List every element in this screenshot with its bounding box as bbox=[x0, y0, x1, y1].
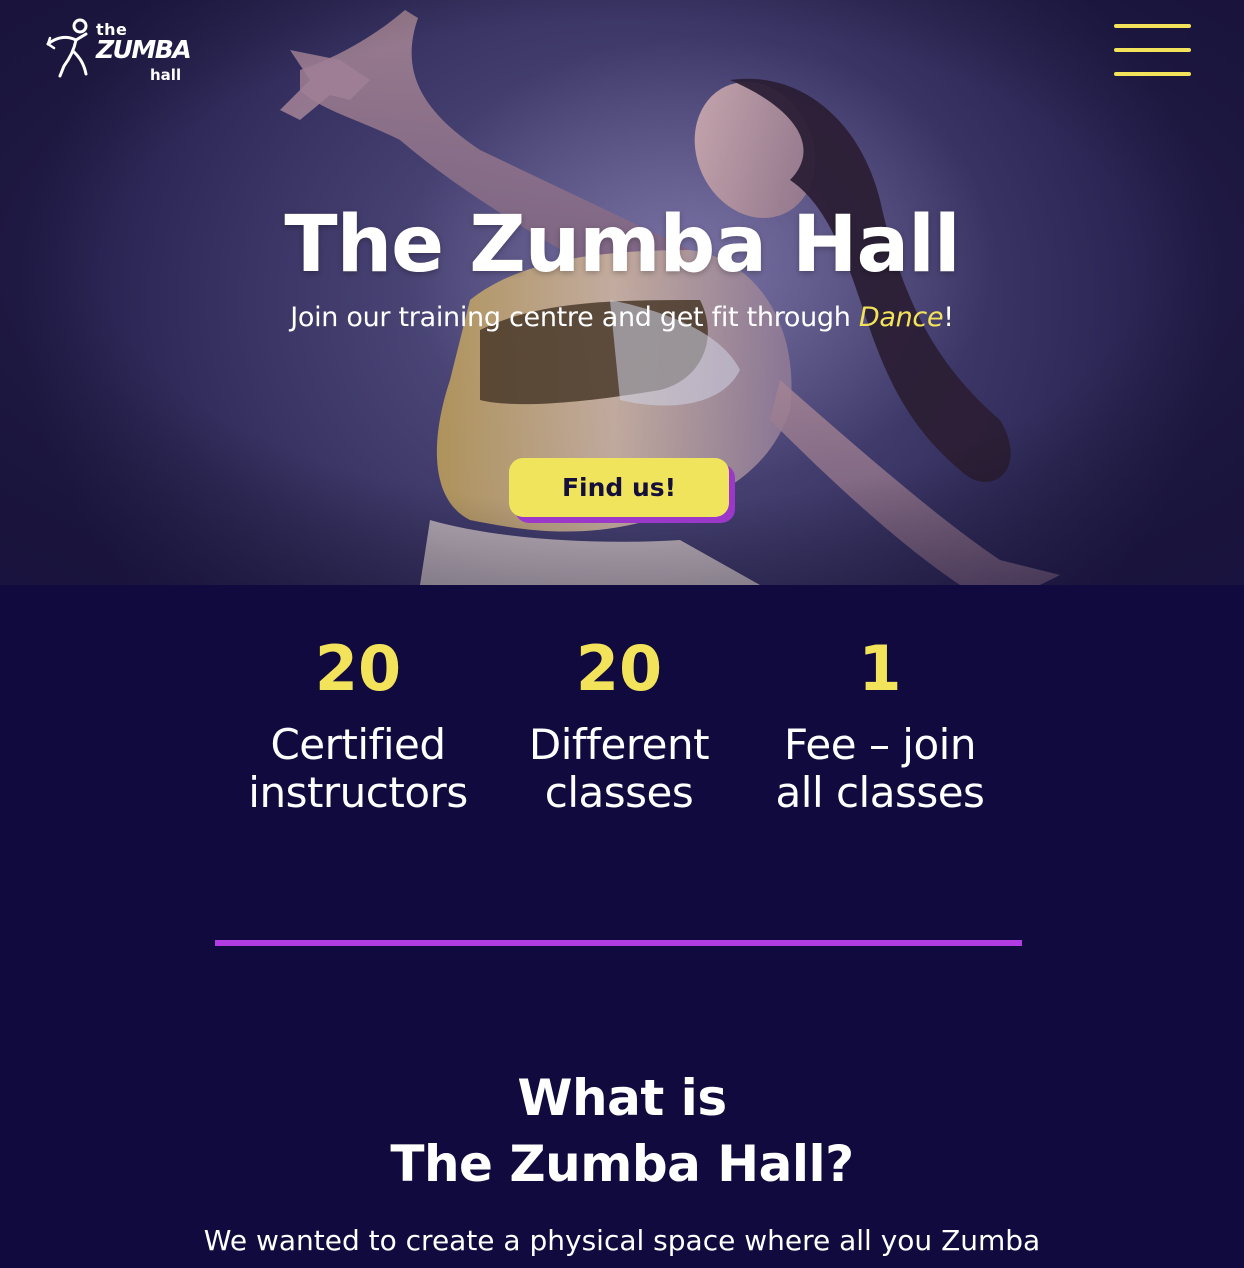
hero-title: The Zumba Hall bbox=[284, 200, 960, 290]
stat-label-line1: Different bbox=[528, 720, 710, 769]
hero-section: the ZUMBA hall The Zumba Hall Join our t… bbox=[0, 0, 1244, 585]
stat-label: Different classes bbox=[489, 721, 749, 817]
stat-label-line2: classes bbox=[544, 768, 694, 817]
stat-number: 20 bbox=[314, 632, 402, 705]
find-us-button[interactable]: Find us! bbox=[509, 458, 729, 517]
stat-fee: 1 Fee – join all classes bbox=[750, 633, 1010, 817]
dancer-logo-icon bbox=[46, 18, 88, 78]
logo-text-zumba: ZUMBA bbox=[96, 35, 192, 64]
menu-bar-top bbox=[1114, 24, 1191, 28]
stat-label: Certified instructors bbox=[228, 721, 488, 817]
stat-label-line1: Certified bbox=[270, 720, 446, 769]
hero-subtitle-prefix: Join our training centre and get fit thr… bbox=[290, 302, 859, 333]
stats-section: 20 Certified instructors 20 Different cl… bbox=[0, 585, 1244, 1268]
about-title: What is The Zumba Hall? bbox=[0, 1065, 1244, 1197]
about-title-line2: The Zumba Hall? bbox=[390, 1135, 854, 1193]
menu-bar-bottom bbox=[1114, 72, 1191, 76]
stat-instructors: 20 Certified instructors bbox=[228, 633, 488, 817]
stat-number: 20 bbox=[575, 632, 663, 705]
stat-label: Fee – join all classes bbox=[750, 721, 1010, 817]
menu-bar-middle bbox=[1114, 48, 1191, 52]
hero-subtitle-suffix: ! bbox=[943, 302, 954, 333]
stat-label-line2: instructors bbox=[248, 768, 468, 817]
stat-classes: 20 Different classes bbox=[489, 633, 749, 817]
stat-label-line1: Fee – join bbox=[784, 720, 976, 769]
stat-number: 1 bbox=[858, 632, 902, 705]
logo[interactable]: the ZUMBA hall bbox=[46, 18, 192, 88]
hero-subtitle-highlight: Dance bbox=[858, 302, 944, 333]
logo-text-hall: hall bbox=[150, 66, 182, 84]
section-divider bbox=[215, 940, 1022, 946]
about-title-line1: What is bbox=[517, 1069, 727, 1127]
stat-label-line2: all classes bbox=[775, 768, 985, 817]
about-text: We wanted to create a physical space whe… bbox=[203, 1224, 1041, 1257]
hero-subtitle: Join our training centre and get fit thr… bbox=[0, 302, 1244, 333]
hamburger-menu-icon[interactable] bbox=[1114, 24, 1192, 80]
page: the ZUMBA hall The Zumba Hall Join our t… bbox=[0, 0, 1244, 1268]
